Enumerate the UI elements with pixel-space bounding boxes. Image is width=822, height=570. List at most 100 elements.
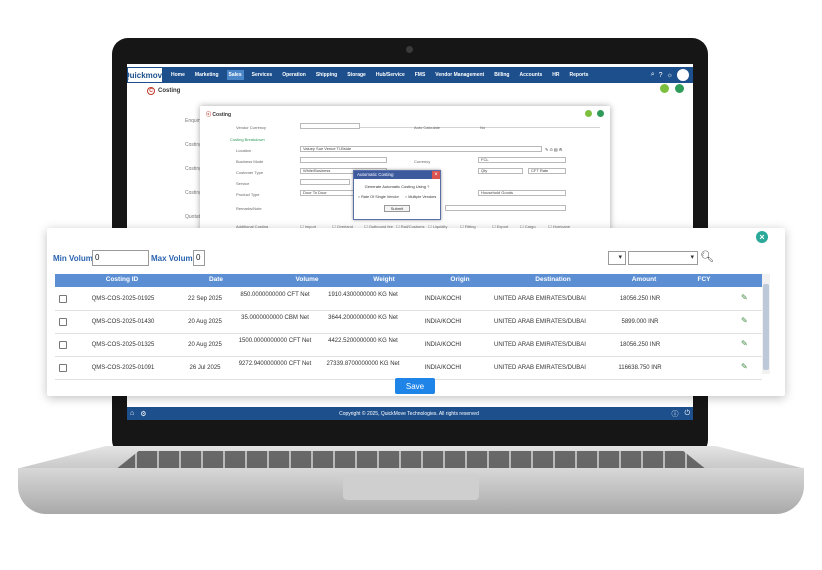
business-mode-select[interactable]: [300, 157, 387, 163]
min-volume-input[interactable]: 0: [92, 250, 149, 266]
edit-icon[interactable]: ✎: [741, 339, 748, 348]
nav-item-vendor-management[interactable]: Vendor Management: [433, 70, 486, 80]
table-row[interactable]: QMS-COS-2025-01325 20 Aug 2025 1500.000000…: [55, 334, 762, 357]
dialog-checkbox[interactable]: ☐ Liquidity: [428, 224, 447, 229]
search-icon[interactable]: ⌕: [651, 71, 655, 79]
page-actions: [660, 84, 684, 93]
dialog-checkbox[interactable]: ☐ Overland: [332, 224, 353, 229]
customer-type-label: Customer Type: [236, 170, 264, 175]
help-icon[interactable]: ?: [659, 72, 663, 79]
submit-button[interactable]: Submit: [384, 205, 410, 212]
download-icon[interactable]: [597, 110, 604, 117]
cell-origin: INDIA/KOCHI: [424, 319, 462, 325]
nav-item-home[interactable]: Home: [169, 70, 187, 80]
notification-icon[interactable]: ☼: [667, 72, 673, 79]
location-field[interactable]: Valuey Sue Venue Ti-Bside: [300, 146, 542, 152]
search-icon[interactable]: 🔍︎: [700, 250, 714, 263]
popup-options: ○ Rate Of Single Vendor ○ Multiple Vendo…: [354, 195, 440, 199]
checkbox-label: Liquidity: [432, 224, 448, 229]
scrollbar-thumb[interactable]: [763, 284, 769, 370]
home-icon[interactable]: ⌂: [127, 410, 137, 417]
nav-item-hr[interactable]: HR: [550, 70, 561, 80]
excel-icon[interactable]: [660, 84, 669, 93]
vendor-currency-select[interactable]: [300, 123, 360, 129]
excel-icon[interactable]: [585, 110, 592, 117]
service-label: Service: [236, 181, 250, 186]
nav-item-services[interactable]: Services: [250, 70, 275, 80]
edit-icon[interactable]: ✎: [741, 362, 748, 371]
table-row[interactable]: QMS-COS-2025-01091 26 Jul 2025 9272.940000…: [55, 357, 762, 380]
dialog-checkbox[interactable]: ☐ Hurricane: [548, 224, 570, 229]
checkbox-label: Cargo: [524, 224, 536, 229]
stage: Quickmove Home Marketing Sales Services Oper…: [0, 0, 822, 570]
close-icon[interactable]: ×: [756, 231, 768, 243]
table-row[interactable]: QMS-COS-2025-01430 20 Aug 2025 35.00000000…: [55, 311, 762, 334]
dialog-actions: [585, 110, 604, 117]
service-field[interactable]: [300, 179, 350, 185]
column-header-costing-id[interactable]: Costing ID: [82, 276, 162, 283]
dialog-checkbox[interactable]: ☐ Rail/Customs: [396, 224, 425, 229]
cell-date: 26 Jul 2025: [189, 365, 221, 371]
business-field[interactable]: FCL: [478, 157, 566, 163]
dialog-title: ⓒ Costing: [206, 112, 232, 118]
download-icon[interactable]: [675, 84, 684, 93]
app-footer: ⌂ ⚙ Copyright © 2025, QuickMove Technolo…: [127, 407, 693, 420]
column-header-volume[interactable]: Volume: [262, 276, 352, 283]
remarks-field[interactable]: [445, 205, 566, 211]
cft-rate-select[interactable]: CFT Rate: [528, 168, 566, 174]
dialog-checkbox[interactable]: ☐ Cargo: [520, 224, 536, 229]
checkbox-label: Rail/Customs: [400, 224, 425, 229]
popup-question: Generate Automatic Costing Using ?: [364, 184, 430, 189]
dialog-checkbox[interactable]: ☐ Outbound fee: [364, 224, 393, 229]
nav-item-operation[interactable]: Operation: [280, 70, 308, 80]
info-icon[interactable]: ⓘ: [668, 409, 681, 419]
single-vendor-radio[interactable]: ○ Rate Of Single Vendor: [358, 195, 399, 199]
cell-destination: UNITED ARAB EMIRATES/DUBAI: [494, 365, 586, 371]
app-logo[interactable]: Quickmove: [127, 67, 167, 83]
qty-field[interactable]: Qty: [478, 168, 523, 174]
row-checkbox[interactable]: [59, 341, 67, 349]
nav-item-billing[interactable]: Billing: [492, 70, 511, 80]
nav-item-sales[interactable]: Sales: [226, 70, 244, 80]
costing-breakdown-link[interactable]: Costing Breakdown: [230, 137, 265, 142]
column-header-origin[interactable]: Origin: [420, 276, 500, 283]
close-icon[interactable]: ×: [432, 171, 440, 179]
column-header-destination[interactable]: Destination: [498, 276, 608, 283]
column-header-fcy[interactable]: FCY: [694, 276, 714, 283]
product-type-select[interactable]: Household Goods: [478, 190, 566, 196]
nav-item-fms[interactable]: FMS: [413, 70, 428, 80]
max-volume-input[interactable]: 0: [193, 250, 205, 266]
column-header-date[interactable]: Date: [186, 276, 246, 283]
business-mode-label: Business Mode: [236, 159, 264, 164]
nav-item-storage[interactable]: Storage: [345, 70, 368, 80]
cell-volume: 1500.0000000000 CFT Net: [238, 338, 312, 344]
avatar[interactable]: [677, 69, 689, 81]
power-icon[interactable]: ⏻: [681, 410, 693, 418]
nav-item-shipping[interactable]: Shipping: [314, 70, 339, 80]
dialog-checkbox[interactable]: ☐ Fitting: [460, 224, 476, 229]
dialog-checkbox[interactable]: ☐ Export: [492, 224, 508, 229]
edit-icon[interactable]: ✎: [741, 293, 748, 302]
cell-volume: 9272.9400000000 CFT Net: [238, 361, 312, 367]
nav-item-marketing[interactable]: Marketing: [193, 70, 221, 80]
dialog-checkbox[interactable]: ☐ Import: [300, 224, 316, 229]
save-button[interactable]: Save: [395, 378, 435, 394]
nav-item-accounts[interactable]: Accounts: [517, 70, 544, 80]
column-header-amount[interactable]: Amount: [614, 276, 674, 283]
settings-icon[interactable]: ⚙: [137, 410, 149, 418]
auto-calculate-label: Auto Calculate: [414, 125, 441, 130]
cell-id: QMS-COS-2025-01430: [91, 319, 155, 325]
row-checkbox[interactable]: [59, 364, 67, 372]
column-header-weight[interactable]: Weight: [344, 276, 424, 283]
nav-item-hub-service[interactable]: Hub/Service: [374, 70, 407, 80]
status-select[interactable]: ▾: [628, 251, 698, 265]
edit-icon[interactable]: ✎: [741, 316, 748, 325]
row-checkbox[interactable]: [59, 318, 67, 326]
nav-item-reports[interactable]: Reports: [568, 70, 591, 80]
location-actions-icon[interactable]: ✎ ⊙ ▤ ✇: [545, 147, 562, 152]
multiple-vendors-radio[interactable]: ○ Multiple Vendors: [405, 195, 436, 199]
table-row[interactable]: QMS-COS-2025-01925 22 Sep 2025 850.0000000…: [55, 288, 762, 311]
vendor-currency-label: Vendor Currency: [236, 125, 267, 130]
filter-select[interactable]: ▾: [608, 251, 626, 265]
row-checkbox[interactable]: [59, 295, 67, 303]
